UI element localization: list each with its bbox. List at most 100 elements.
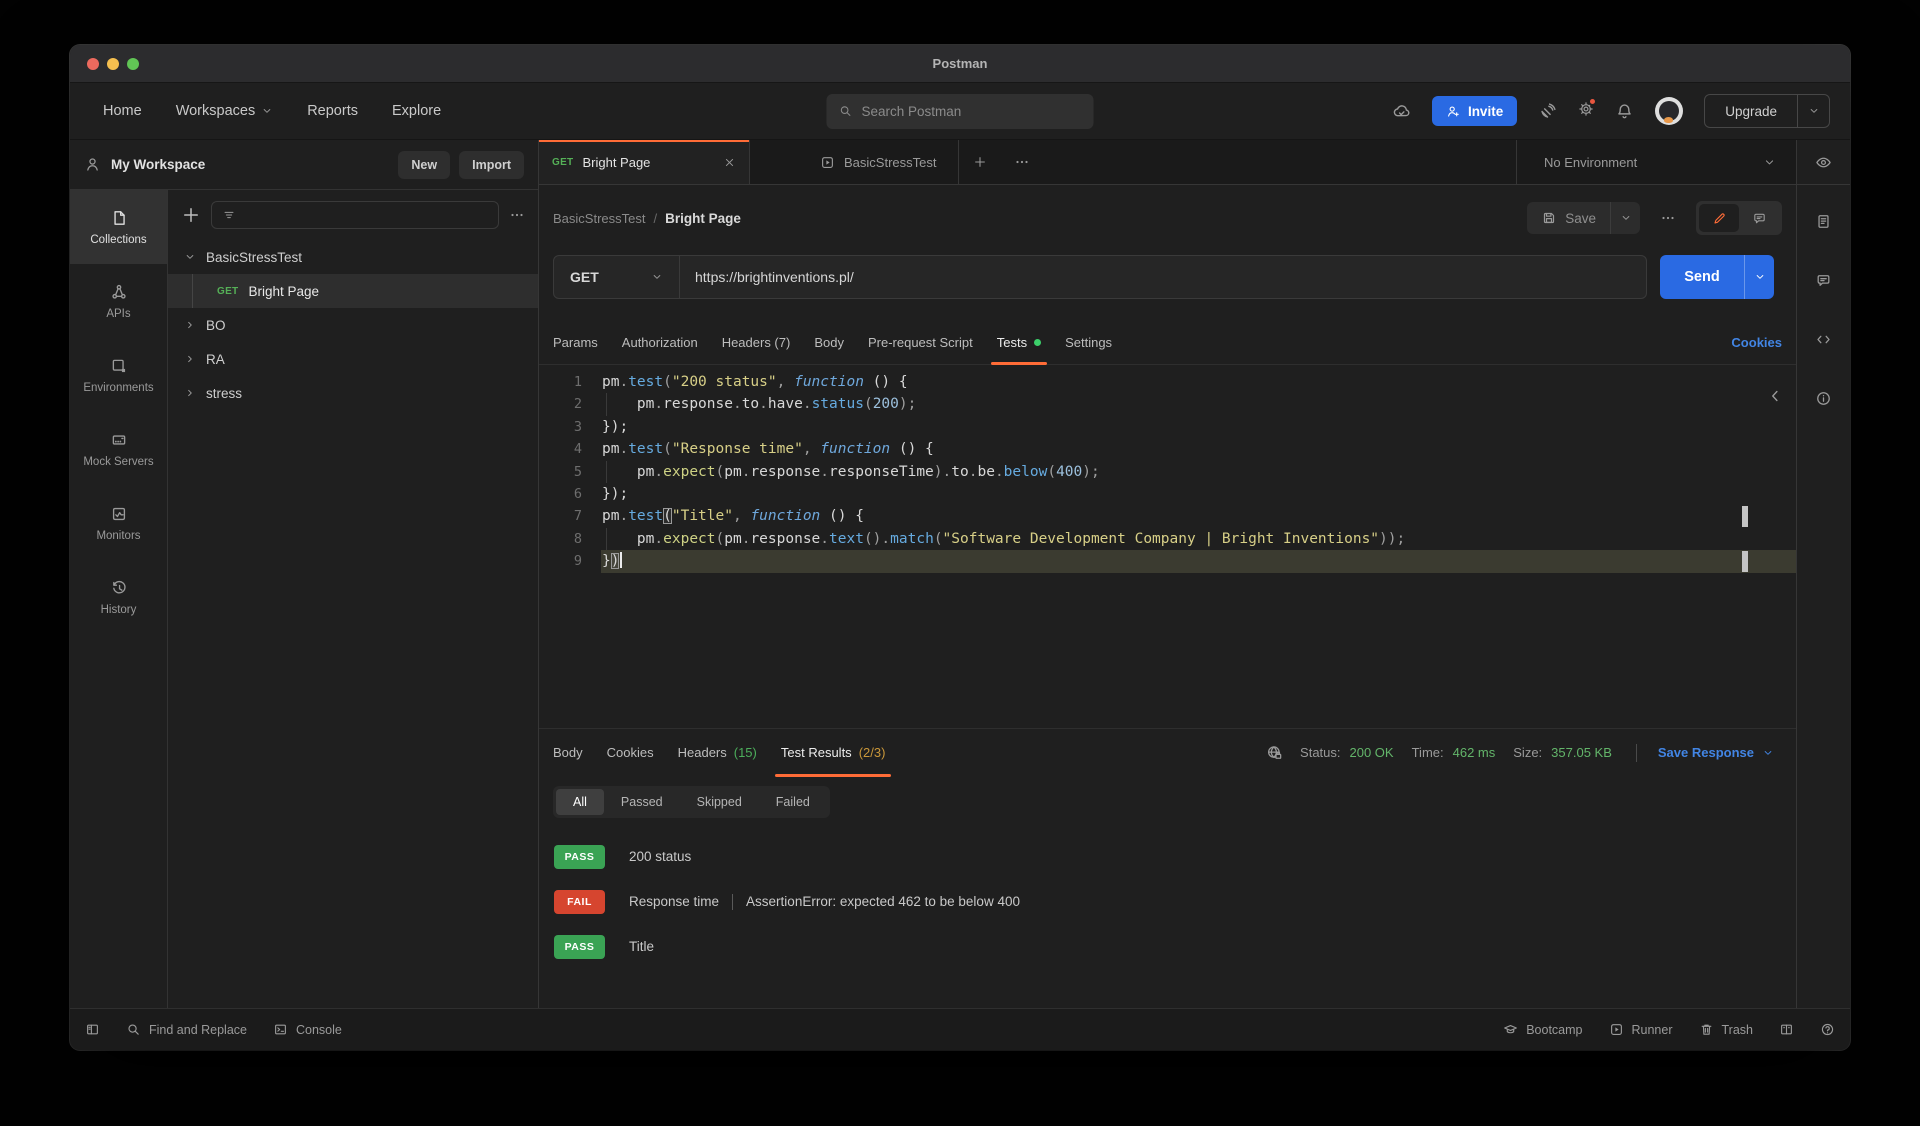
method-selector[interactable]: GET <box>554 256 680 298</box>
sidebar-item-apis[interactable]: APIs <box>70 264 167 338</box>
rail-button-code-icon[interactable] <box>1815 331 1832 353</box>
breadcrumb-request[interactable]: Bright Page <box>665 211 741 226</box>
collection-ra[interactable]: RA <box>168 342 538 376</box>
status-label: Status: <box>1300 745 1340 760</box>
tab-count: (15) <box>734 745 757 760</box>
comments-button[interactable] <box>1739 204 1779 232</box>
request-tab-headers-7[interactable]: Headers (7) <box>710 320 803 364</box>
avatar[interactable] <box>1655 97 1683 125</box>
filter-skipped[interactable]: Skipped <box>680 789 759 815</box>
request-tab-authorization[interactable]: Authorization <box>610 320 710 364</box>
request-tab-pre-request-script[interactable]: Pre-request Script <box>856 320 985 364</box>
nav-menu: HomeWorkspacesReports Explore <box>90 95 454 127</box>
save-response-button[interactable]: Save Response <box>1658 745 1782 760</box>
collection-name: BO <box>206 318 226 333</box>
send-dropdown[interactable] <box>1744 255 1774 299</box>
collection-basicstresstest[interactable]: BasicStressTest <box>168 240 538 274</box>
code-line[interactable]: 6}); <box>539 483 1796 505</box>
rail-button-info-icon[interactable] <box>1815 390 1832 412</box>
new-button[interactable]: New <box>398 151 450 179</box>
save-button[interactable]: Save <box>1527 210 1610 226</box>
statusbar-trash[interactable]: Trash <box>1699 1022 1754 1037</box>
settings-button[interactable] <box>1578 101 1594 122</box>
code-line[interactable]: 8 pm.expect(pm.response.text().match("So… <box>539 528 1796 550</box>
satellite-icon[interactable] <box>1538 102 1557 121</box>
workspace-title[interactable]: My Workspace <box>111 157 205 172</box>
workspace-actions: New Import <box>398 151 524 179</box>
upgrade-button[interactable]: Upgrade <box>1704 94 1830 128</box>
sidebar-item-collections[interactable]: Collections <box>70 190 167 264</box>
filter-passed[interactable]: Passed <box>604 789 680 815</box>
response-tab-test-results[interactable]: Test Results(2/3) <box>769 729 898 776</box>
statusbar-find-and-replace[interactable]: Find and Replace <box>126 1022 247 1037</box>
response-tab-headers[interactable]: Headers(15) <box>666 729 769 776</box>
minimize-window-button[interactable] <box>107 58 119 70</box>
chevron-down-icon[interactable] <box>184 251 196 263</box>
code-line[interactable]: 9}) <box>539 550 1796 572</box>
environment-selector[interactable]: No Environment <box>1516 140 1796 184</box>
import-button[interactable]: Import <box>459 151 524 179</box>
code-line[interactable]: 7pm.test("Title", function () { <box>539 505 1796 527</box>
request-bright-page[interactable]: GET Bright Page <box>168 274 538 308</box>
sidebar-item-monitors[interactable]: Monitors <box>70 486 167 560</box>
nav-item-reports[interactable]: Reports <box>294 95 371 127</box>
breadcrumb-collection[interactable]: BasicStressTest <box>553 211 645 226</box>
collection-bo[interactable]: BO <box>168 308 538 342</box>
filter-all[interactable]: All <box>556 789 604 815</box>
cloud-check-icon[interactable] <box>1392 102 1411 121</box>
filter-failed[interactable]: Failed <box>759 789 827 815</box>
notifications-bell-icon[interactable] <box>1615 102 1634 121</box>
code-line[interactable]: 4pm.test("Response time", function () { <box>539 438 1796 460</box>
tree-more-button[interactable] <box>509 207 525 223</box>
tab-basicstresstest[interactable]: BasicStressTest <box>750 140 959 184</box>
statusbar-console[interactable]: Console <box>273 1022 342 1037</box>
cookies-link[interactable]: Cookies <box>1731 335 1782 350</box>
tests-code-editor[interactable]: 1pm.test("200 status", function () {2 pm… <box>539 365 1796 728</box>
statusbar-sidebar-toggle-icon[interactable] <box>85 1022 100 1037</box>
code-line[interactable]: 1pm.test("200 status", function () { <box>539 371 1796 393</box>
send-button[interactable]: Send <box>1660 255 1744 299</box>
code-line[interactable]: 3}); <box>539 416 1796 438</box>
nav-item-explore[interactable]: Explore <box>379 95 454 127</box>
request-tab-body[interactable]: Body <box>802 320 856 364</box>
sidebar-item-mock-servers[interactable]: Mock Servers <box>70 412 167 486</box>
size-value: 357.05 KB <box>1551 745 1612 760</box>
code-line[interactable]: 2 pm.response.to.have.status(200); <box>539 393 1796 415</box>
statusbar-bootcamp[interactable]: Bootcamp <box>1503 1022 1582 1037</box>
tab-options-button[interactable] <box>1001 140 1043 184</box>
request-tab-settings[interactable]: Settings <box>1053 320 1124 364</box>
response-tab-body[interactable]: Body <box>553 729 595 776</box>
statusbar-runner[interactable]: Runner <box>1609 1022 1673 1037</box>
search-box[interactable] <box>827 94 1094 129</box>
nav-item-label: Explore <box>392 103 441 119</box>
sidebar-item-history[interactable]: History <box>70 560 167 634</box>
url-input[interactable] <box>680 256 1646 298</box>
code-line[interactable]: 5 pm.expect(pm.response.responseTime).to… <box>539 461 1796 483</box>
rail-button-documentation-icon[interactable] <box>1815 213 1832 235</box>
collection-stress[interactable]: stress <box>168 376 538 410</box>
close-tab-icon[interactable] <box>723 156 736 169</box>
request-tab-tests[interactable]: Tests <box>985 320 1053 364</box>
statusbar-help-icon[interactable] <box>1820 1022 1835 1037</box>
new-tab-button[interactable] <box>959 140 1001 184</box>
invite-button[interactable]: Invite <box>1432 96 1517 126</box>
environment-quick-look[interactable] <box>1797 140 1850 185</box>
add-collection-button[interactable] <box>181 205 201 225</box>
edit-mode-button[interactable] <box>1699 204 1739 232</box>
request-tab-params[interactable]: Params <box>553 320 610 364</box>
request-more-button[interactable] <box>1660 210 1676 226</box>
tab-bright-page[interactable]: GET Bright Page <box>539 140 750 184</box>
rail-button-comment-icon[interactable] <box>1815 272 1832 294</box>
collapse-editor-icon[interactable] <box>1766 387 1784 405</box>
search-input[interactable] <box>862 104 1082 119</box>
filter-collections-input[interactable] <box>211 201 499 229</box>
close-window-button[interactable] <box>87 58 99 70</box>
upgrade-dropdown[interactable] <box>1797 95 1829 127</box>
statusbar-panels-icon[interactable] <box>1779 1022 1794 1037</box>
nav-item-home[interactable]: Home <box>90 95 155 127</box>
nav-item-workspaces[interactable]: Workspaces <box>163 95 287 127</box>
response-tab-cookies[interactable]: Cookies <box>595 729 666 776</box>
sidebar-item-environments[interactable]: Environments <box>70 338 167 412</box>
zoom-window-button[interactable] <box>127 58 139 70</box>
save-dropdown[interactable] <box>1610 202 1640 234</box>
